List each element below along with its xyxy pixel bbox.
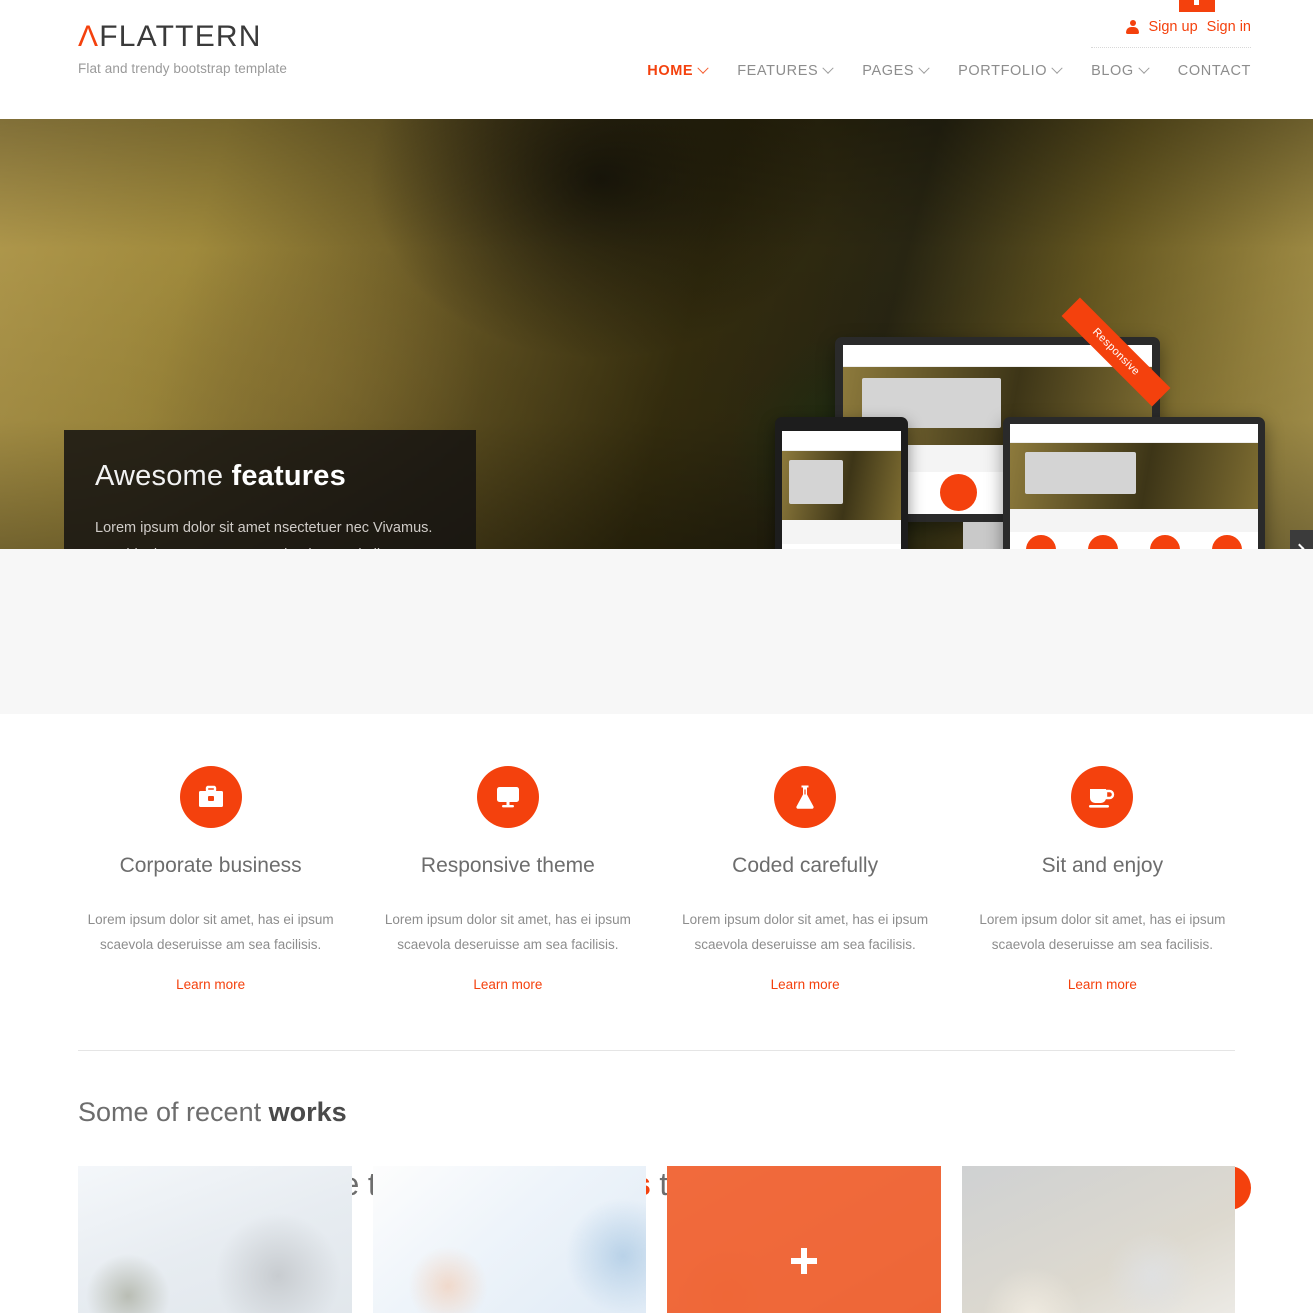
feature-text: Lorem ipsum dolor sit amet, has ei ipsum…	[682, 912, 929, 952]
hero-caption: Awesome features Lorem ipsum dolor sit a…	[64, 430, 476, 549]
tablet-mockup	[775, 417, 908, 549]
sign-up-link[interactable]: Sign up	[1148, 19, 1197, 35]
nav-item-home[interactable]: HOME	[647, 62, 709, 79]
hero-title: Awesome features	[95, 460, 445, 493]
feature-card-responsive-theme: Responsive theme Lorem ipsum dolor sit a…	[359, 766, 656, 994]
main-navigation: HOME FEATURES PAGES PORTFOLIO BLOG CONTA…	[647, 62, 1251, 79]
mock-hero	[782, 450, 901, 520]
feature-cards: Corporate business Lorem ipsum dolor sit…	[0, 714, 1313, 994]
monitor-icon	[476, 766, 539, 828]
mock-features	[782, 543, 901, 549]
feature-title: Responsive theme	[420, 854, 595, 877]
work-item-3[interactable]	[667, 1165, 941, 1313]
feature-title: Corporate business	[119, 854, 302, 877]
feature-title: Sit and enjoy	[1041, 854, 1164, 877]
feature-learn-more-link[interactable]: Learn more	[176, 977, 245, 992]
laptop-screen	[1010, 424, 1258, 549]
feature-card-sit-and-enjoy: Sit and enjoy Lorem ipsum dolor sit amet…	[954, 766, 1251, 994]
chevron-down-icon	[918, 62, 930, 74]
device-mockup-image: Responsive	[775, 297, 1265, 549]
mock-feature-icon	[1026, 535, 1056, 549]
nav-item-pages[interactable]: PAGES	[862, 62, 930, 79]
feature-title: Coded carefully	[732, 854, 879, 877]
chevron-down-icon	[1051, 62, 1063, 74]
briefcase-icon	[179, 766, 242, 828]
hero-body-text: Lorem ipsum dolor sit amet nsectetuer ne…	[95, 520, 440, 549]
feature-text: Lorem ipsum dolor sit amet, has ei ipsum…	[384, 912, 631, 952]
call-to-action-band: We've created more than 5000 websites th…	[0, 549, 1313, 1210]
feature-learn-more-link[interactable]: Learn more	[771, 977, 840, 992]
sign-in-link[interactable]: Sign in	[1207, 19, 1251, 35]
mock-navbar	[782, 431, 901, 451]
page-root: Sign up Sign in ΛFLATTERN Flat and trend…	[0, 0, 1313, 1313]
hero-title-bold: features	[231, 460, 346, 492]
feature-card-corporate-business: Corporate business Lorem ipsum dolor sit…	[62, 766, 359, 994]
nav-item-features[interactable]: FEATURES	[737, 62, 834, 79]
brand-mark: Λ	[78, 20, 100, 53]
nav-label-portfolio: PORTFOLIO	[958, 63, 1048, 79]
work-item-1[interactable]	[78, 1165, 352, 1313]
feature-learn-more-link[interactable]: Learn more	[1068, 977, 1137, 992]
chevron-right-icon	[1294, 543, 1305, 549]
work-item-2[interactable]	[372, 1165, 646, 1313]
mock-band	[1010, 508, 1258, 532]
mock-features	[1010, 531, 1258, 549]
chevron-down-icon	[697, 62, 709, 74]
mock-feature-icon	[940, 474, 978, 512]
site-header: Sign up Sign in ΛFLATTERN Flat and trend…	[0, 0, 1313, 119]
tablet-screen	[782, 431, 901, 549]
feature-learn-more-link[interactable]: Learn more	[473, 977, 542, 992]
work-hover-overlay[interactable]	[667, 1165, 941, 1313]
works-heading-bold: works	[268, 1096, 347, 1127]
chevron-down-icon	[1138, 62, 1150, 74]
topbar-divider	[1091, 47, 1251, 48]
brand-title: ΛFLATTERN	[78, 22, 287, 52]
feature-card-coded-carefully: Coded carefully Lorem ipsum dolor sit am…	[657, 766, 954, 994]
hero-title-light: Awesome	[95, 460, 232, 492]
nav-label-pages: PAGES	[862, 63, 915, 79]
feature-text: Lorem ipsum dolor sit amet, has ei ipsum…	[979, 912, 1226, 952]
top-account-bar: Sign up Sign in	[1126, 19, 1251, 35]
brand-tagline: Flat and trendy bootstrap template	[78, 61, 288, 76]
mock-band	[782, 519, 901, 544]
chevron-down-icon	[822, 62, 834, 74]
plus-icon	[790, 1247, 817, 1274]
mock-hero	[1010, 442, 1258, 509]
user-icon	[1126, 20, 1140, 34]
brand-logo[interactable]: ΛFLATTERN Flat and trendy bootstrap temp…	[78, 22, 288, 77]
cart-icon[interactable]	[1179, 0, 1215, 12]
mock-navbar	[1010, 424, 1258, 443]
cart-badge-dot	[1194, 0, 1199, 5]
slider-next-button[interactable]	[1290, 530, 1313, 549]
work-item-4[interactable]	[961, 1165, 1235, 1313]
works-heading-light: Some of recent	[78, 1096, 269, 1127]
nav-item-contact[interactable]: CONTACT	[1178, 63, 1251, 79]
nav-item-portfolio[interactable]: PORTFOLIO	[958, 62, 1063, 79]
brand-name: FLATTERN	[99, 20, 262, 53]
nav-label-contact: CONTACT	[1177, 63, 1251, 79]
mock-feature-icon	[1088, 535, 1118, 549]
nav-label-blog: BLOG	[1091, 63, 1134, 79]
nav-label-home: HOME	[647, 63, 694, 79]
coffee-cup-icon	[1071, 766, 1134, 828]
hero-slider: Responsive Awesome features Lorem ipsum …	[0, 119, 1313, 549]
laptop-mockup	[1003, 417, 1265, 549]
mock-feature-icon	[1212, 535, 1242, 549]
nav-item-blog[interactable]: BLOG	[1091, 62, 1150, 79]
feature-text: Lorem ipsum dolor sit amet, has ei ipsum…	[87, 912, 334, 952]
works-heading: Some of recent works	[78, 1097, 1251, 1128]
nav-label-features: FEATURES	[737, 63, 819, 79]
flask-icon	[774, 766, 837, 828]
mock-feature-icon	[1150, 535, 1180, 549]
